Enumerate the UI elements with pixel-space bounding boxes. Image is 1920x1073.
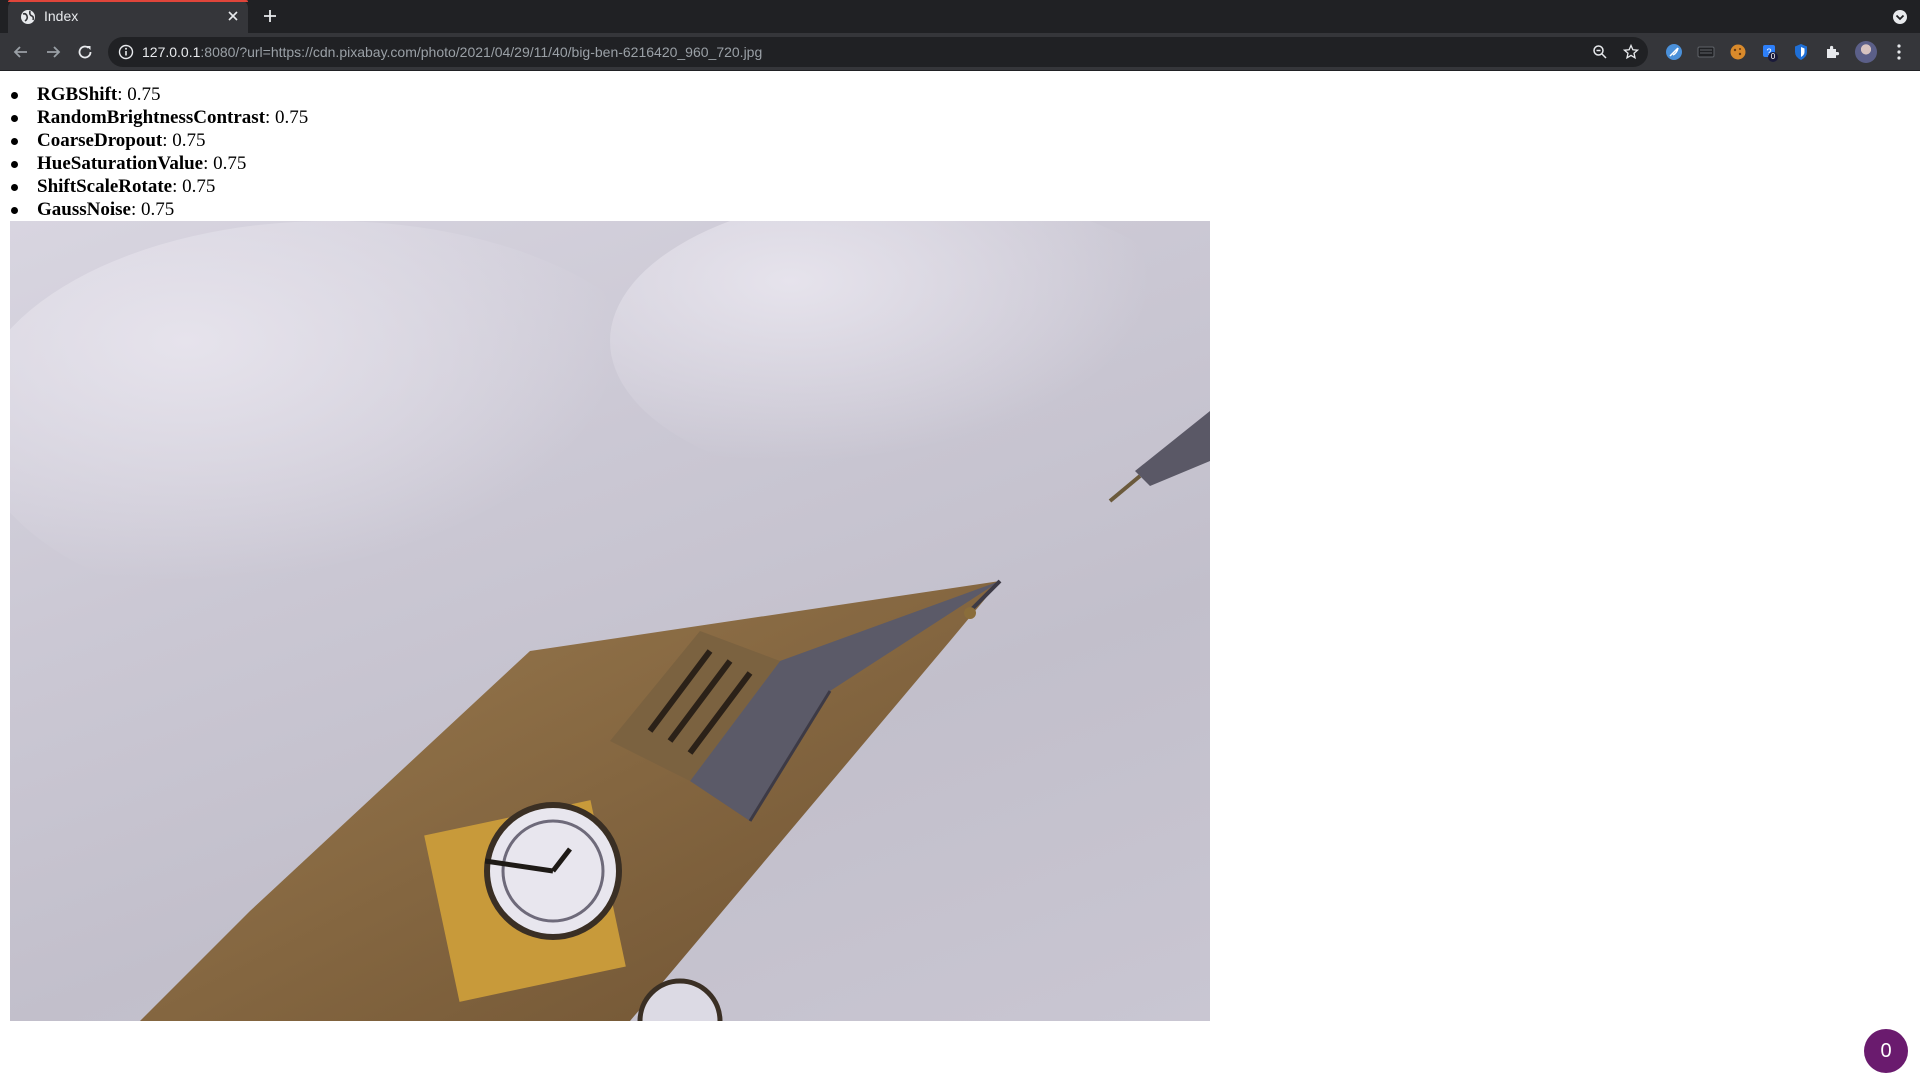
- back-icon[interactable]: [12, 43, 30, 61]
- shield-icon[interactable]: [1791, 42, 1811, 62]
- extension-badge-count: 0: [1768, 52, 1778, 62]
- extension-keyboard-icon[interactable]: [1696, 42, 1716, 62]
- list-item: ShiftScaleRotate: 0.75: [8, 175, 308, 198]
- url-text[interactable]: 127.0.0.1:8080/?url=https://cdn.pixabay.…: [142, 44, 762, 60]
- tab-search-icon[interactable]: [1892, 9, 1908, 25]
- browser-toolbar: 127.0.0.1:8080/?url=https://cdn.pixabay.…: [0, 33, 1920, 71]
- globe-icon: [21, 10, 35, 24]
- forward-icon[interactable]: [44, 43, 62, 61]
- param-value: : 0.75: [130, 199, 175, 220]
- tab-strip: Index: [0, 0, 1920, 33]
- list-item: RGBShift: 0.75: [8, 83, 308, 106]
- extension-feather-icon[interactable]: [1664, 42, 1684, 62]
- extensions-puzzle-icon[interactable]: [1823, 42, 1843, 62]
- list-item: RandomBrightnessContrast: 0.75: [8, 106, 308, 129]
- extension-puzzle-badge[interactable]: ? 0: [1760, 42, 1780, 62]
- augmented-image: [10, 221, 1210, 1021]
- param-value: : 0.75: [117, 84, 161, 105]
- param-name: RandomBrightnessContrast: [37, 107, 266, 128]
- augmentation-list: RGBShift: 0.75 RandomBrightnessContrast:…: [8, 83, 308, 221]
- tab-title: Index: [44, 8, 79, 24]
- address-bar[interactable]: 127.0.0.1:8080/?url=https://cdn.pixabay.…: [108, 37, 1648, 67]
- list-item: GaussNoise: 0.75: [8, 198, 308, 221]
- new-tab-icon[interactable]: [262, 8, 278, 24]
- url-host: 127.0.0.1: [142, 44, 201, 60]
- close-icon[interactable]: [226, 9, 240, 23]
- kebab-menu-icon[interactable]: [1891, 43, 1907, 61]
- param-name: CoarseDropout: [37, 130, 163, 151]
- param-name: GaussNoise: [37, 199, 131, 220]
- counter-button[interactable]: 0: [1864, 1029, 1908, 1073]
- param-value: : 0.75: [162, 130, 206, 151]
- param-name: HueSaturationValue: [37, 153, 204, 174]
- param-value: : 0.75: [172, 176, 216, 197]
- big-ben-illustration: [10, 221, 1210, 1021]
- extension-cookie-icon[interactable]: [1728, 42, 1748, 62]
- tab-accent: [8, 0, 248, 2]
- url-path: :8080/?url=https://cdn.pixabay.com/photo…: [200, 44, 763, 60]
- list-item: HueSaturationValue: 0.75: [8, 152, 308, 175]
- param-name: RGBShift: [37, 84, 118, 105]
- bookmark-star-icon[interactable]: [1623, 44, 1639, 60]
- list-item: CoarseDropout: 0.75: [8, 129, 308, 152]
- profile-avatar[interactable]: [1855, 41, 1877, 63]
- param-name: ShiftScaleRotate: [37, 176, 173, 197]
- param-value: : 0.75: [203, 153, 247, 174]
- browser-tab[interactable]: Index: [8, 0, 248, 33]
- reload-icon[interactable]: [76, 43, 94, 61]
- zoom-icon[interactable]: [1592, 44, 1608, 60]
- page-content: RGBShift: 0.75 RandomBrightnessContrast:…: [0, 71, 1920, 1073]
- param-value: : 0.75: [265, 107, 309, 128]
- info-icon[interactable]: [118, 44, 134, 60]
